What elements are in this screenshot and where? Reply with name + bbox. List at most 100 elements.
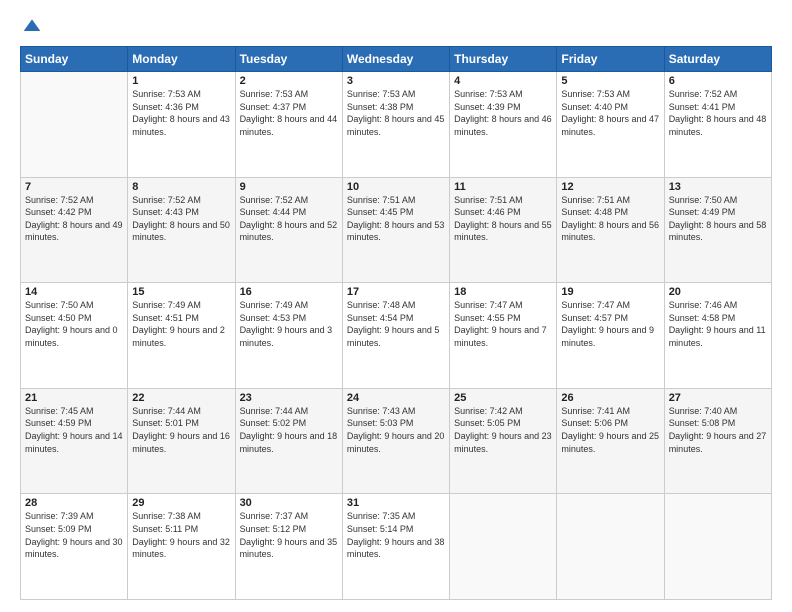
day-number: 19	[561, 286, 659, 298]
header-thursday: Thursday	[450, 47, 557, 72]
day-info: Sunrise: 7:48 AMSunset: 4:54 PMDaylight:…	[347, 299, 445, 349]
calendar-day-cell: 5Sunrise: 7:53 AMSunset: 4:40 PMDaylight…	[557, 72, 664, 178]
calendar-day-cell: 20Sunrise: 7:46 AMSunset: 4:58 PMDayligh…	[664, 283, 771, 389]
calendar-day-cell: 8Sunrise: 7:52 AMSunset: 4:43 PMDaylight…	[128, 177, 235, 283]
calendar-day-cell: 31Sunrise: 7:35 AMSunset: 5:14 PMDayligh…	[342, 494, 449, 600]
day-info: Sunrise: 7:52 AMSunset: 4:41 PMDaylight:…	[669, 88, 767, 138]
day-info: Sunrise: 7:37 AMSunset: 5:12 PMDaylight:…	[240, 510, 338, 560]
calendar-week-row: 7Sunrise: 7:52 AMSunset: 4:42 PMDaylight…	[21, 177, 772, 283]
day-number: 5	[561, 75, 659, 87]
header-monday: Monday	[128, 47, 235, 72]
calendar-week-row: 28Sunrise: 7:39 AMSunset: 5:09 PMDayligh…	[21, 494, 772, 600]
calendar-day-cell	[450, 494, 557, 600]
calendar-day-cell: 25Sunrise: 7:42 AMSunset: 5:05 PMDayligh…	[450, 388, 557, 494]
calendar-week-row: 14Sunrise: 7:50 AMSunset: 4:50 PMDayligh…	[21, 283, 772, 389]
calendar-day-cell: 16Sunrise: 7:49 AMSunset: 4:53 PMDayligh…	[235, 283, 342, 389]
day-number: 30	[240, 497, 338, 509]
day-info: Sunrise: 7:47 AMSunset: 4:55 PMDaylight:…	[454, 299, 552, 349]
day-number: 14	[25, 286, 123, 298]
calendar-day-cell: 10Sunrise: 7:51 AMSunset: 4:45 PMDayligh…	[342, 177, 449, 283]
calendar-day-cell: 3Sunrise: 7:53 AMSunset: 4:38 PMDaylight…	[342, 72, 449, 178]
day-number: 1	[132, 75, 230, 87]
day-number: 8	[132, 181, 230, 193]
day-info: Sunrise: 7:52 AMSunset: 4:43 PMDaylight:…	[132, 194, 230, 244]
calendar-day-cell: 7Sunrise: 7:52 AMSunset: 4:42 PMDaylight…	[21, 177, 128, 283]
day-number: 7	[25, 181, 123, 193]
header-friday: Friday	[557, 47, 664, 72]
day-number: 4	[454, 75, 552, 87]
day-number: 27	[669, 392, 767, 404]
day-info: Sunrise: 7:49 AMSunset: 4:51 PMDaylight:…	[132, 299, 230, 349]
day-info: Sunrise: 7:51 AMSunset: 4:48 PMDaylight:…	[561, 194, 659, 244]
day-info: Sunrise: 7:51 AMSunset: 4:46 PMDaylight:…	[454, 194, 552, 244]
day-number: 2	[240, 75, 338, 87]
header-sunday: Sunday	[21, 47, 128, 72]
calendar-day-cell: 26Sunrise: 7:41 AMSunset: 5:06 PMDayligh…	[557, 388, 664, 494]
day-info: Sunrise: 7:47 AMSunset: 4:57 PMDaylight:…	[561, 299, 659, 349]
header-saturday: Saturday	[664, 47, 771, 72]
calendar-week-row: 1Sunrise: 7:53 AMSunset: 4:36 PMDaylight…	[21, 72, 772, 178]
day-info: Sunrise: 7:49 AMSunset: 4:53 PMDaylight:…	[240, 299, 338, 349]
day-info: Sunrise: 7:53 AMSunset: 4:39 PMDaylight:…	[454, 88, 552, 138]
day-number: 20	[669, 286, 767, 298]
day-info: Sunrise: 7:44 AMSunset: 5:02 PMDaylight:…	[240, 405, 338, 455]
day-number: 26	[561, 392, 659, 404]
calendar-day-cell	[557, 494, 664, 600]
calendar-day-cell: 11Sunrise: 7:51 AMSunset: 4:46 PMDayligh…	[450, 177, 557, 283]
day-info: Sunrise: 7:50 AMSunset: 4:50 PMDaylight:…	[25, 299, 123, 349]
page: Sunday Monday Tuesday Wednesday Thursday…	[0, 0, 792, 612]
calendar-day-cell	[664, 494, 771, 600]
day-number: 3	[347, 75, 445, 87]
calendar-day-cell: 27Sunrise: 7:40 AMSunset: 5:08 PMDayligh…	[664, 388, 771, 494]
weekday-header-row: Sunday Monday Tuesday Wednesday Thursday…	[21, 47, 772, 72]
day-info: Sunrise: 7:42 AMSunset: 5:05 PMDaylight:…	[454, 405, 552, 455]
day-info: Sunrise: 7:41 AMSunset: 5:06 PMDaylight:…	[561, 405, 659, 455]
day-number: 6	[669, 75, 767, 87]
day-info: Sunrise: 7:43 AMSunset: 5:03 PMDaylight:…	[347, 405, 445, 455]
calendar-day-cell: 24Sunrise: 7:43 AMSunset: 5:03 PMDayligh…	[342, 388, 449, 494]
calendar-day-cell: 28Sunrise: 7:39 AMSunset: 5:09 PMDayligh…	[21, 494, 128, 600]
header	[20, 16, 772, 36]
header-tuesday: Tuesday	[235, 47, 342, 72]
calendar-day-cell: 15Sunrise: 7:49 AMSunset: 4:51 PMDayligh…	[128, 283, 235, 389]
day-number: 10	[347, 181, 445, 193]
day-number: 17	[347, 286, 445, 298]
day-info: Sunrise: 7:45 AMSunset: 4:59 PMDaylight:…	[25, 405, 123, 455]
calendar-day-cell: 4Sunrise: 7:53 AMSunset: 4:39 PMDaylight…	[450, 72, 557, 178]
calendar-day-cell: 1Sunrise: 7:53 AMSunset: 4:36 PMDaylight…	[128, 72, 235, 178]
day-info: Sunrise: 7:53 AMSunset: 4:38 PMDaylight:…	[347, 88, 445, 138]
calendar-day-cell: 12Sunrise: 7:51 AMSunset: 4:48 PMDayligh…	[557, 177, 664, 283]
day-number: 11	[454, 181, 552, 193]
day-info: Sunrise: 7:52 AMSunset: 4:44 PMDaylight:…	[240, 194, 338, 244]
day-number: 31	[347, 497, 445, 509]
logo	[20, 16, 42, 36]
day-number: 25	[454, 392, 552, 404]
day-number: 16	[240, 286, 338, 298]
day-info: Sunrise: 7:46 AMSunset: 4:58 PMDaylight:…	[669, 299, 767, 349]
calendar-day-cell: 22Sunrise: 7:44 AMSunset: 5:01 PMDayligh…	[128, 388, 235, 494]
logo-icon	[22, 16, 42, 36]
calendar-day-cell: 23Sunrise: 7:44 AMSunset: 5:02 PMDayligh…	[235, 388, 342, 494]
day-info: Sunrise: 7:44 AMSunset: 5:01 PMDaylight:…	[132, 405, 230, 455]
calendar-day-cell: 13Sunrise: 7:50 AMSunset: 4:49 PMDayligh…	[664, 177, 771, 283]
day-info: Sunrise: 7:53 AMSunset: 4:40 PMDaylight:…	[561, 88, 659, 138]
day-number: 29	[132, 497, 230, 509]
header-wednesday: Wednesday	[342, 47, 449, 72]
calendar-day-cell: 17Sunrise: 7:48 AMSunset: 4:54 PMDayligh…	[342, 283, 449, 389]
calendar-week-row: 21Sunrise: 7:45 AMSunset: 4:59 PMDayligh…	[21, 388, 772, 494]
day-info: Sunrise: 7:40 AMSunset: 5:08 PMDaylight:…	[669, 405, 767, 455]
day-number: 12	[561, 181, 659, 193]
calendar-table: Sunday Monday Tuesday Wednesday Thursday…	[20, 46, 772, 600]
day-number: 9	[240, 181, 338, 193]
day-info: Sunrise: 7:53 AMSunset: 4:36 PMDaylight:…	[132, 88, 230, 138]
day-number: 28	[25, 497, 123, 509]
day-number: 18	[454, 286, 552, 298]
day-number: 22	[132, 392, 230, 404]
calendar-day-cell: 18Sunrise: 7:47 AMSunset: 4:55 PMDayligh…	[450, 283, 557, 389]
calendar-day-cell: 30Sunrise: 7:37 AMSunset: 5:12 PMDayligh…	[235, 494, 342, 600]
calendar-day-cell: 14Sunrise: 7:50 AMSunset: 4:50 PMDayligh…	[21, 283, 128, 389]
day-number: 23	[240, 392, 338, 404]
day-info: Sunrise: 7:39 AMSunset: 5:09 PMDaylight:…	[25, 510, 123, 560]
calendar-day-cell: 19Sunrise: 7:47 AMSunset: 4:57 PMDayligh…	[557, 283, 664, 389]
day-number: 24	[347, 392, 445, 404]
